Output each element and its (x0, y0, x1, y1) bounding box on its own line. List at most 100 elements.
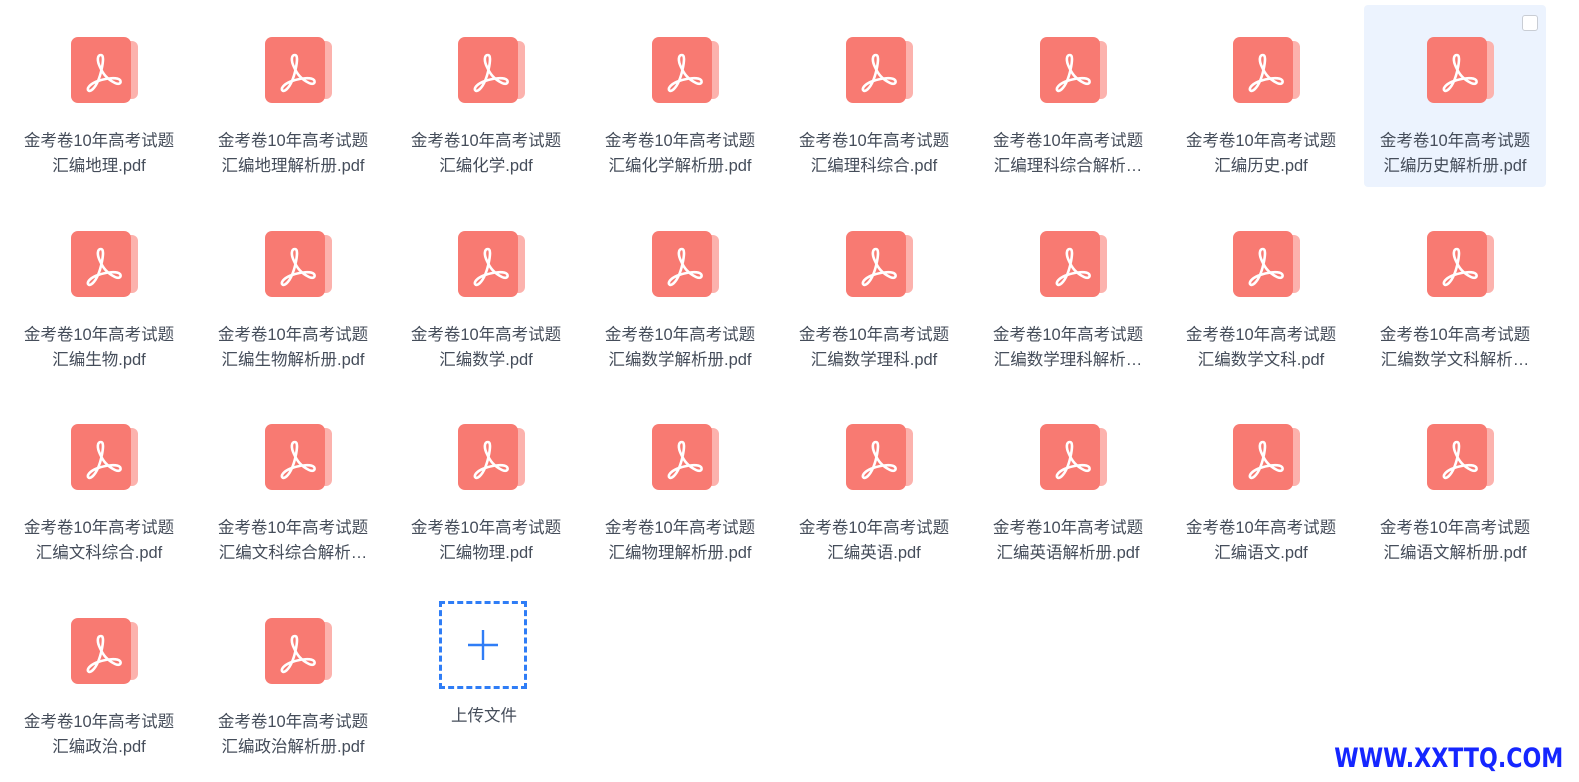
file-name-line2: 汇编政治解析册.pdf (221, 738, 365, 756)
file-tile[interactable]: 金考卷10年高考试题 汇编数学解析册.pdf (589, 199, 771, 381)
file-tile[interactable]: 金考卷10年高考试题 汇编化学解析册.pdf (589, 5, 771, 187)
file-tile[interactable]: 金考卷10年高考试题 汇编历史.pdf (1170, 5, 1352, 187)
pdf-file-icon (1040, 37, 1107, 103)
file-name-line2: 汇编数学解析册.pdf (608, 351, 752, 369)
file-tile[interactable]: 金考卷10年高考试题 汇编数学理科解析… (977, 199, 1159, 381)
file-name-line1: 金考卷10年高考试题 (604, 132, 756, 150)
file-name-line2: 汇编数学.pdf (439, 351, 533, 369)
file-name-line1: 金考卷10年高考试题 (798, 132, 950, 150)
pdf-file-icon (652, 37, 719, 103)
file-tile[interactable]: 金考卷10年高考试题 汇编化学.pdf (395, 5, 577, 187)
file-name-line2: 汇编数学文科.pdf (1197, 351, 1325, 369)
file-name: 金考卷10年高考试题 汇编数学理科解析… (979, 323, 1157, 373)
pdf-file-icon (458, 231, 525, 297)
file-name: 金考卷10年高考试题 汇编数学解析册.pdf (591, 323, 769, 373)
file-tile[interactable]: 金考卷10年高考试题 汇编英语解析册.pdf (977, 392, 1159, 574)
pdf-file-icon (652, 424, 719, 490)
file-name-line1: 金考卷10年高考试题 (798, 519, 950, 537)
file-name-line1: 金考卷10年高考试题 (604, 519, 756, 537)
file-name-line2: 汇编数学理科解析… (993, 351, 1143, 369)
file-tile[interactable]: 金考卷10年高考试题 汇编地理解析册.pdf (202, 5, 384, 187)
file-name-line1: 金考卷10年高考试题 (992, 519, 1144, 537)
pdf-file-icon (846, 231, 913, 297)
pdf-file-icon (1233, 231, 1300, 297)
file-name-line1: 金考卷10年高考试题 (23, 519, 175, 537)
file-name: 金考卷10年高考试题 汇编数学理科.pdf (785, 323, 963, 373)
file-name: 金考卷10年高考试题 汇编地理.pdf (10, 129, 188, 179)
file-tile[interactable]: 金考卷10年高考试题 汇编语文.pdf (1170, 392, 1352, 574)
file-tile[interactable]: 金考卷10年高考试题 汇编物理.pdf (395, 392, 577, 574)
pdf-file-icon (265, 37, 332, 103)
file-name: 金考卷10年高考试题 汇编生物.pdf (10, 323, 188, 373)
file-tile[interactable]: 金考卷10年高考试题 汇编生物.pdf (8, 199, 190, 381)
file-name-line2: 汇编文科综合.pdf (35, 544, 163, 562)
file-tile[interactable]: 金考卷10年高考试题 汇编政治.pdf (8, 586, 190, 768)
select-checkbox[interactable] (1522, 15, 1538, 31)
file-name-line2: 汇编数学理科.pdf (810, 351, 938, 369)
file-tile[interactable]: 金考卷10年高考试题 汇编生物解析册.pdf (202, 199, 384, 381)
file-name-line1: 金考卷10年高考试题 (1185, 519, 1337, 537)
file-name-line2: 汇编数学文科解析… (1380, 351, 1530, 369)
pdf-file-icon (1233, 424, 1300, 490)
upload-button[interactable] (439, 601, 527, 689)
watermark-text: WWW.XXTTQ.COM (1333, 743, 1563, 774)
file-name-line1: 金考卷10年高考试题 (217, 326, 369, 344)
file-name-line2: 汇编历史.pdf (1214, 157, 1308, 175)
file-name-line1: 金考卷10年高考试题 (1379, 132, 1531, 150)
file-name: 金考卷10年高考试题 汇编英语解析册.pdf (979, 516, 1157, 566)
pdf-file-icon (71, 37, 138, 103)
file-tile[interactable]: 金考卷10年高考试题 汇编英语.pdf (783, 392, 965, 574)
pdf-file-icon (1427, 424, 1494, 490)
file-name-line2: 汇编化学解析册.pdf (608, 157, 752, 175)
pdf-file-icon (265, 424, 332, 490)
file-name-line1: 金考卷10年高考试题 (1379, 326, 1531, 344)
pdf-file-icon (458, 37, 525, 103)
file-name-line2: 汇编政治.pdf (52, 738, 146, 756)
pdf-file-icon (71, 231, 138, 297)
file-name-line1: 金考卷10年高考试题 (1185, 132, 1337, 150)
file-name-line1: 金考卷10年高考试题 (23, 326, 175, 344)
file-tile[interactable]: 金考卷10年高考试题 汇编数学理科.pdf (783, 199, 965, 381)
file-name: 金考卷10年高考试题 汇编物理解析册.pdf (591, 516, 769, 566)
file-name-line2: 汇编英语解析册.pdf (996, 544, 1140, 562)
file-name-line2: 汇编文科综合解析… (218, 544, 368, 562)
file-name-line2: 汇编英语.pdf (827, 544, 921, 562)
pdf-file-icon (71, 424, 138, 490)
file-name-line2: 汇编理科综合解析… (993, 157, 1143, 175)
file-tile[interactable]: 金考卷10年高考试题 汇编数学.pdf (395, 199, 577, 381)
file-tile[interactable]: 金考卷10年高考试题 汇编语文解析册.pdf (1364, 392, 1546, 574)
file-name: 金考卷10年高考试题 汇编历史解析册.pdf (1366, 129, 1544, 179)
file-name: 金考卷10年高考试题 汇编化学解析册.pdf (591, 129, 769, 179)
file-name: 金考卷10年高考试题 汇编物理.pdf (397, 516, 575, 566)
file-name-line1: 金考卷10年高考试题 (410, 132, 562, 150)
file-name: 金考卷10年高考试题 汇编数学.pdf (397, 323, 575, 373)
file-tile[interactable]: 金考卷10年高考试题 汇编理科综合解析… (977, 5, 1159, 187)
file-tile[interactable]: 金考卷10年高考试题 汇编物理解析册.pdf (589, 392, 771, 574)
file-tile[interactable]: 金考卷10年高考试题 汇编数学文科解析… (1364, 199, 1546, 381)
file-name: 金考卷10年高考试题 汇编理科综合.pdf (785, 129, 963, 179)
file-name: 金考卷10年高考试题 汇编数学文科解析… (1366, 323, 1544, 373)
file-tile[interactable]: 金考卷10年高考试题 汇编文科综合解析… (202, 392, 384, 574)
file-name-line2: 汇编生物.pdf (52, 351, 146, 369)
file-name: 金考卷10年高考试题 汇编地理解析册.pdf (204, 129, 382, 179)
file-name-line1: 金考卷10年高考试题 (1379, 519, 1531, 537)
file-name: 金考卷10年高考试题 汇编历史.pdf (1172, 129, 1350, 179)
pdf-file-icon (846, 37, 913, 103)
file-tile[interactable]: 金考卷10年高考试题 汇编理科综合.pdf (783, 5, 965, 187)
file-tile[interactable]: 金考卷10年高考试题 汇编地理.pdf (8, 5, 190, 187)
file-name-line2: 汇编理科综合.pdf (810, 157, 938, 175)
file-tile[interactable]: 金考卷10年高考试题 汇编数学文科.pdf (1170, 199, 1352, 381)
file-name-line2: 汇编语文.pdf (1214, 544, 1308, 562)
file-name: 金考卷10年高考试题 汇编政治.pdf (10, 710, 188, 760)
file-name: 金考卷10年高考试题 汇编语文.pdf (1172, 516, 1350, 566)
file-name-line1: 金考卷10年高考试题 (992, 132, 1144, 150)
file-tile[interactable]: 金考卷10年高考试题 汇编文科综合.pdf (8, 392, 190, 574)
file-tile[interactable]: 金考卷10年高考试题 汇编政治解析册.pdf (202, 586, 384, 768)
file-name: 金考卷10年高考试题 汇编语文解析册.pdf (1366, 516, 1544, 566)
file-name: 金考卷10年高考试题 汇编政治解析册.pdf (204, 710, 382, 760)
file-tile[interactable]: 金考卷10年高考试题 汇编历史解析册.pdf (1364, 5, 1546, 187)
file-name-line1: 金考卷10年高考试题 (410, 519, 562, 537)
file-name: 金考卷10年高考试题 汇编数学文科.pdf (1172, 323, 1350, 373)
pdf-file-icon (652, 231, 719, 297)
file-name-line2: 汇编语文解析册.pdf (1383, 544, 1527, 562)
